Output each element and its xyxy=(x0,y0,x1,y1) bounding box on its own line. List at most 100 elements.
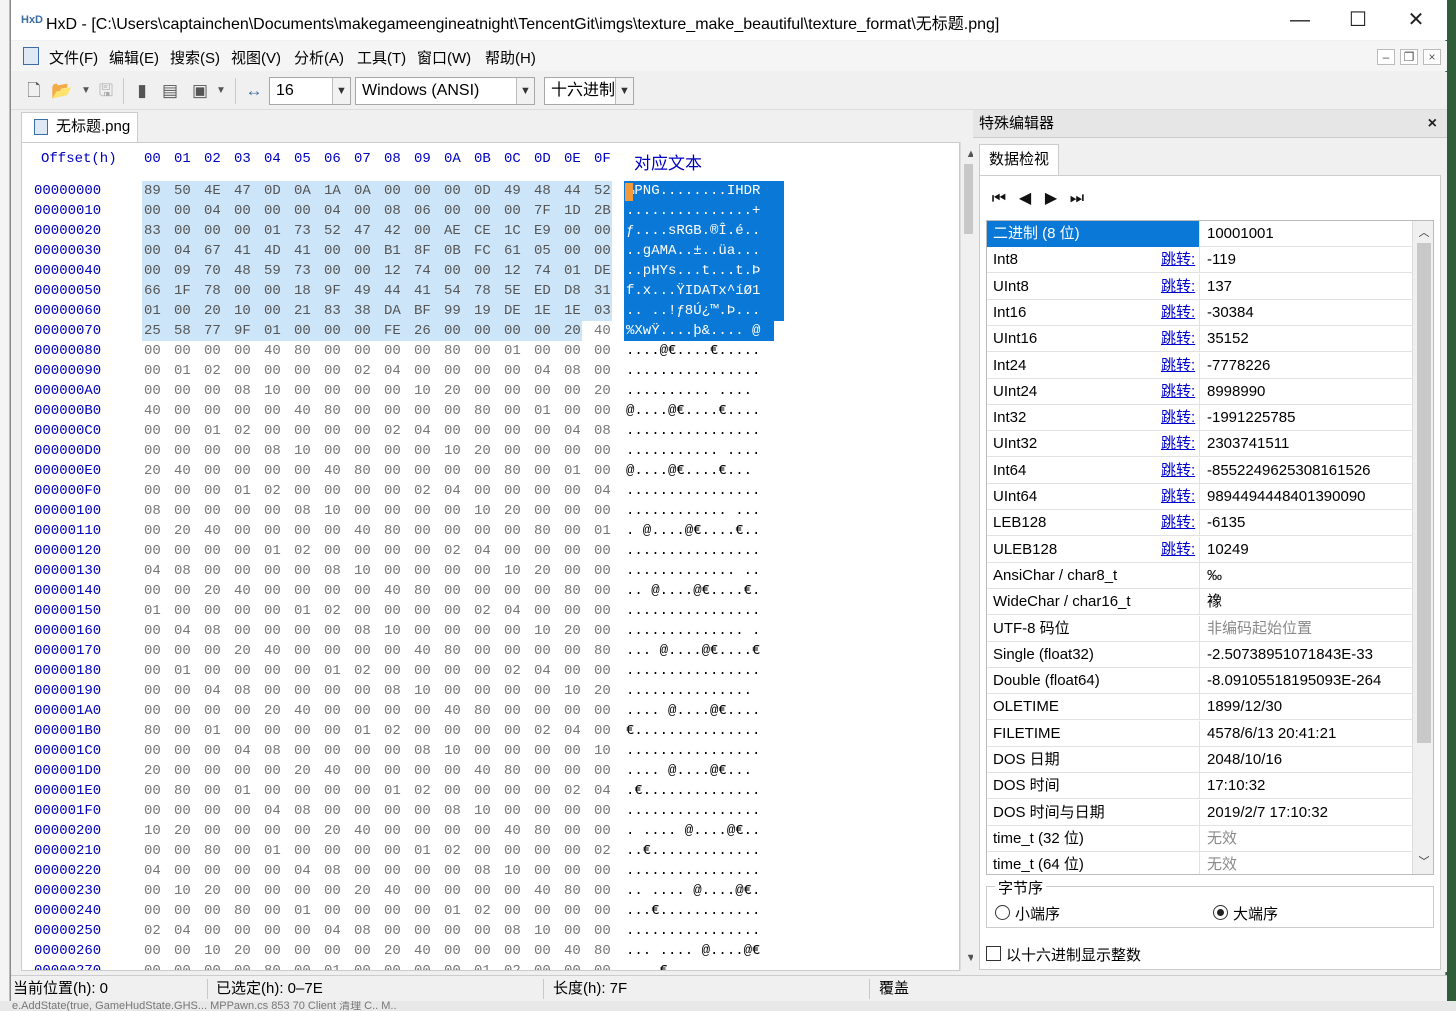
hex-byte[interactable]: 04 xyxy=(594,483,611,499)
hex-byte[interactable]: CE xyxy=(474,223,491,239)
hex-byte[interactable]: 00 xyxy=(534,383,551,399)
hex-byte[interactable]: 00 xyxy=(504,543,521,559)
hex-byte[interactable]: 00 xyxy=(264,723,281,739)
hex-byte[interactable]: 00 xyxy=(204,223,221,239)
row-text[interactable]: ................ xyxy=(626,423,760,439)
hex-byte[interactable]: 00 xyxy=(234,823,251,839)
hex-byte[interactable]: 01 xyxy=(234,483,251,499)
hex-byte[interactable]: 10 xyxy=(444,743,461,759)
hex-byte[interactable]: 08 xyxy=(384,683,401,699)
mdi-minimize-button[interactable]: – xyxy=(1377,49,1395,65)
hex-byte[interactable]: 00 xyxy=(174,443,191,459)
hex-byte[interactable]: 00 xyxy=(324,423,341,439)
row-text[interactable]: .. .... @....@€. xyxy=(626,883,760,899)
row-text[interactable]: ..€............. xyxy=(626,843,760,859)
hex-byte[interactable]: 52 xyxy=(594,183,611,199)
hex-byte[interactable]: 00 xyxy=(504,363,521,379)
hex-byte[interactable]: 00 xyxy=(384,703,401,719)
hex-byte[interactable]: 01 xyxy=(564,463,581,479)
row-text[interactable]: ................ xyxy=(626,743,760,759)
hex-byte[interactable]: 00 xyxy=(264,923,281,939)
hex-byte[interactable]: 00 xyxy=(564,403,581,419)
hex-byte[interactable]: 00 xyxy=(144,683,161,699)
tab-data-inspector[interactable]: 数据检视 xyxy=(979,144,1059,176)
inspector-row[interactable]: UInt32 跳转: 2303741511 xyxy=(987,431,1412,458)
hex-byte[interactable]: 00 xyxy=(594,603,611,619)
hex-byte[interactable]: 00 xyxy=(354,243,371,259)
hex-byte[interactable]: 02 xyxy=(294,543,311,559)
hex-byte[interactable]: 00 xyxy=(444,963,461,970)
hex-byte[interactable]: 00 xyxy=(354,843,371,859)
hex-byte[interactable]: 00 xyxy=(534,963,551,970)
hex-byte[interactable]: 00 xyxy=(324,743,341,759)
hex-byte[interactable]: 00 xyxy=(294,583,311,599)
hex-byte[interactable]: 00 xyxy=(354,903,371,919)
hex-byte[interactable]: 0B xyxy=(444,243,461,259)
hex-byte[interactable]: 08 xyxy=(474,863,491,879)
chevron-down-icon[interactable]: ▼ xyxy=(615,78,633,104)
inspector-row[interactable]: LEB128 跳转: -6135 xyxy=(987,510,1412,537)
hex-byte[interactable]: 80 xyxy=(174,783,191,799)
jump-link[interactable]: 跳转: xyxy=(1161,247,1195,273)
hex-byte[interactable]: 00 xyxy=(414,523,431,539)
hex-byte[interactable]: 00 xyxy=(234,543,251,559)
hex-byte[interactable]: 00 xyxy=(234,863,251,879)
hex-byte[interactable]: 00 xyxy=(174,223,191,239)
panel-close-icon[interactable]: × xyxy=(1428,110,1437,138)
hex-byte[interactable]: 40 xyxy=(414,643,431,659)
hex-byte[interactable]: 00 xyxy=(234,883,251,899)
inspector-row[interactable]: Single (float32) -2.50738951071843E-33 xyxy=(987,641,1412,668)
hex-byte[interactable]: 00 xyxy=(444,203,461,219)
hex-byte[interactable]: 00 xyxy=(564,343,581,359)
hex-byte[interactable]: 00 xyxy=(474,463,491,479)
hex-byte[interactable]: 00 xyxy=(354,423,371,439)
inspector-value[interactable]: 无效 xyxy=(1207,852,1237,874)
hex-byte[interactable]: 00 xyxy=(144,343,161,359)
hex-byte[interactable]: 00 xyxy=(594,343,611,359)
row-text[interactable]: ................ xyxy=(626,543,760,559)
hex-byte[interactable]: 00 xyxy=(534,483,551,499)
hex-byte[interactable]: 02 xyxy=(504,963,521,970)
mdi-close-button[interactable]: × xyxy=(1423,49,1441,65)
inspector-value[interactable]: 1899/12/30 xyxy=(1207,694,1282,720)
hex-byte[interactable]: 47 xyxy=(354,223,371,239)
hex-byte[interactable]: 80 xyxy=(204,843,221,859)
hex-byte[interactable]: 00 xyxy=(204,463,221,479)
row-text[interactable]: ƒ....sRGB.®Î.é.. xyxy=(626,223,760,239)
hex-byte[interactable]: 00 xyxy=(324,843,341,859)
hex-byte[interactable]: 08 xyxy=(354,623,371,639)
hex-byte[interactable]: 19 xyxy=(474,303,491,319)
hex-byte[interactable]: 09 xyxy=(174,263,191,279)
inspector-row[interactable]: OLETIME 1899/12/30 xyxy=(987,694,1412,721)
hex-byte[interactable]: 00 xyxy=(324,723,341,739)
mdi-restore-button[interactable]: ❐ xyxy=(1400,49,1418,65)
hex-byte[interactable]: 00 xyxy=(474,843,491,859)
hex-byte[interactable]: 00 xyxy=(414,763,431,779)
hex-byte[interactable]: 00 xyxy=(474,743,491,759)
hex-byte[interactable]: 00 xyxy=(174,583,191,599)
hex-byte[interactable]: 40 xyxy=(594,323,611,339)
hex-byte[interactable]: 00 xyxy=(444,943,461,959)
hex-byte[interactable]: 1E xyxy=(564,303,581,319)
hex-byte[interactable]: 18 xyxy=(294,283,311,299)
hex-byte[interactable]: 00 xyxy=(564,843,581,859)
hex-byte[interactable]: 20 xyxy=(264,703,281,719)
hex-byte[interactable]: 80 xyxy=(264,963,281,970)
hex-byte[interactable]: 44 xyxy=(384,283,401,299)
hex-byte[interactable]: 10 xyxy=(234,303,251,319)
disk-dropdown-icon[interactable]: ▼ xyxy=(210,80,232,102)
prev-icon[interactable]: ◀ xyxy=(1014,188,1036,210)
hex-byte[interactable]: 20 xyxy=(204,583,221,599)
hex-byte[interactable]: 08 xyxy=(294,503,311,519)
jump-link[interactable]: 跳转: xyxy=(1161,274,1195,300)
hex-byte[interactable]: 10 xyxy=(414,683,431,699)
hex-byte[interactable]: 80 xyxy=(504,763,521,779)
menu-view[interactable]: 视图(V) xyxy=(231,47,281,68)
row-text[interactable]: %XwŸ....þ&.... @ xyxy=(626,323,760,339)
hex-byte[interactable]: 00 xyxy=(384,543,401,559)
hex-byte[interactable]: 00 xyxy=(324,363,341,379)
jump-link[interactable]: 跳转: xyxy=(1161,537,1195,563)
hex-byte[interactable]: 00 xyxy=(234,663,251,679)
hex-byte[interactable]: 74 xyxy=(414,263,431,279)
hex-byte[interactable]: 00 xyxy=(594,883,611,899)
